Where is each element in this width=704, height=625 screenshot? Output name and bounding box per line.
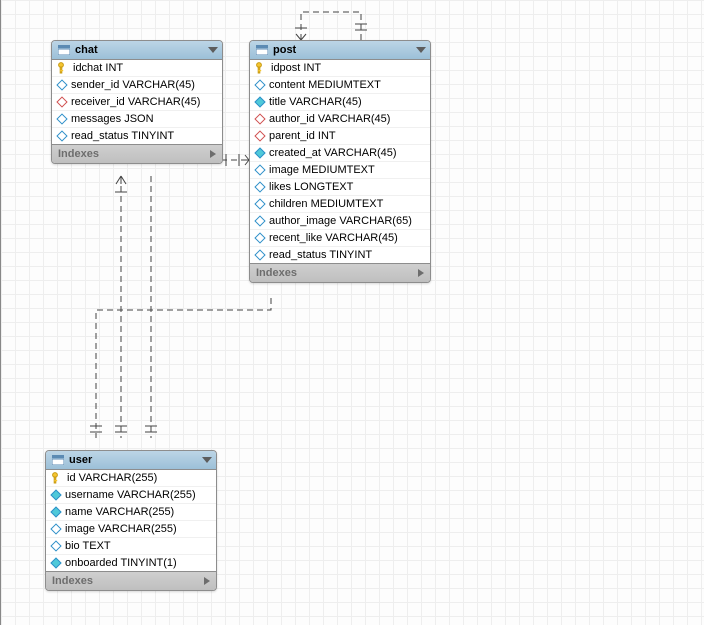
notnull-diamond-icon — [50, 489, 61, 500]
column-label: bio TEXT — [65, 540, 111, 552]
column-row[interactable]: image VARCHAR(255) — [46, 521, 216, 538]
entity-user[interactable]: user id VARCHAR(255) username VARCHAR(255… — [45, 450, 217, 591]
column-label: content MEDIUMTEXT — [269, 79, 381, 91]
column-row[interactable]: onboarded TINYINT(1) — [46, 555, 216, 571]
column-list: id VARCHAR(255) username VARCHAR(255) name… — [46, 470, 216, 571]
key-icon — [256, 62, 266, 74]
nullable-diamond-icon — [254, 249, 265, 260]
nullable-diamond-icon — [254, 198, 265, 209]
nullable-diamond-icon — [56, 79, 67, 90]
column-row[interactable]: children MEDIUMTEXT — [250, 196, 430, 213]
key-icon — [52, 472, 62, 484]
nullable-diamond-icon — [56, 130, 67, 141]
column-row[interactable]: bio TEXT — [46, 538, 216, 555]
entity-title: chat — [75, 44, 205, 56]
column-label: username VARCHAR(255) — [65, 489, 196, 501]
column-row[interactable]: author_id VARCHAR(45) — [250, 111, 430, 128]
column-row[interactable]: read_status TINYINT — [52, 128, 222, 144]
nullable-diamond-icon — [254, 215, 265, 226]
nullable-diamond-icon — [254, 232, 265, 243]
entity-chat[interactable]: chat idchat INT sender_id VARCHAR(45) rece… — [51, 40, 223, 164]
column-row[interactable]: parent_id INT — [250, 128, 430, 145]
column-label: image VARCHAR(255) — [65, 523, 177, 535]
column-row[interactable]: id VARCHAR(255) — [46, 470, 216, 487]
column-label: author_image VARCHAR(65) — [269, 215, 412, 227]
entity-header[interactable]: user — [46, 451, 216, 470]
erd-canvas[interactable]: chat idchat INT sender_id VARCHAR(45) rece… — [0, 0, 704, 625]
column-label: messages JSON — [71, 113, 154, 125]
chevron-right-icon — [418, 269, 424, 277]
column-label: read_status TINYINT — [71, 130, 174, 142]
column-label: receiver_id VARCHAR(45) — [71, 96, 200, 108]
column-label: idpost INT — [271, 62, 321, 74]
column-row[interactable]: created_at VARCHAR(45) — [250, 145, 430, 162]
nullable-diamond-icon — [254, 164, 265, 175]
entity-header[interactable]: post — [250, 41, 430, 60]
indexes-label: Indexes — [52, 575, 93, 587]
entity-header[interactable]: chat — [52, 41, 222, 60]
column-label: created_at VARCHAR(45) — [269, 147, 397, 159]
fk-diamond-icon — [254, 113, 265, 124]
column-label: id VARCHAR(255) — [67, 472, 157, 484]
nullable-diamond-icon — [50, 540, 61, 551]
notnull-diamond-icon — [50, 557, 61, 568]
table-icon — [256, 45, 268, 55]
column-row[interactable]: username VARCHAR(255) — [46, 487, 216, 504]
indexes-section[interactable]: Indexes — [250, 263, 430, 282]
chevron-down-icon[interactable] — [208, 47, 218, 53]
column-row[interactable]: idchat INT — [52, 60, 222, 77]
entity-title: post — [273, 44, 413, 56]
chevron-right-icon — [204, 577, 210, 585]
fk-diamond-icon — [254, 130, 265, 141]
indexes-section[interactable]: Indexes — [52, 144, 222, 163]
column-list: idpost INT content MEDIUMTEXT title VARCHA… — [250, 60, 430, 263]
key-icon — [58, 62, 68, 74]
entity-post[interactable]: post idpost INT content MEDIUMTEXT title V… — [249, 40, 431, 283]
column-label: onboarded TINYINT(1) — [65, 557, 177, 569]
column-label: sender_id VARCHAR(45) — [71, 79, 195, 91]
chevron-down-icon[interactable] — [416, 47, 426, 53]
column-row[interactable]: content MEDIUMTEXT — [250, 77, 430, 94]
fk-diamond-icon — [56, 96, 67, 107]
nullable-diamond-icon — [254, 79, 265, 90]
table-icon — [58, 45, 70, 55]
nullable-diamond-icon — [254, 181, 265, 192]
chevron-down-icon[interactable] — [202, 457, 212, 463]
column-label: likes LONGTEXT — [269, 181, 353, 193]
column-label: title VARCHAR(45) — [269, 96, 362, 108]
column-label: parent_id INT — [269, 130, 336, 142]
column-row[interactable]: read_status TINYINT — [250, 247, 430, 263]
notnull-diamond-icon — [254, 96, 265, 107]
column-label: image MEDIUMTEXT — [269, 164, 375, 176]
column-row[interactable]: author_image VARCHAR(65) — [250, 213, 430, 230]
column-row[interactable]: image MEDIUMTEXT — [250, 162, 430, 179]
column-list: idchat INT sender_id VARCHAR(45) receiver_… — [52, 60, 222, 144]
column-label: read_status TINYINT — [269, 249, 372, 261]
column-row[interactable]: name VARCHAR(255) — [46, 504, 216, 521]
column-row[interactable]: recent_like VARCHAR(45) — [250, 230, 430, 247]
notnull-diamond-icon — [50, 506, 61, 517]
indexes-section[interactable]: Indexes — [46, 571, 216, 590]
column-label: author_id VARCHAR(45) — [269, 113, 390, 125]
chevron-right-icon — [210, 150, 216, 158]
column-label: name VARCHAR(255) — [65, 506, 174, 518]
nullable-diamond-icon — [56, 113, 67, 124]
entity-title: user — [69, 454, 199, 466]
notnull-diamond-icon — [254, 147, 265, 158]
column-row[interactable]: receiver_id VARCHAR(45) — [52, 94, 222, 111]
table-icon — [52, 455, 64, 465]
column-label: idchat INT — [73, 62, 123, 74]
column-row[interactable]: idpost INT — [250, 60, 430, 77]
column-row[interactable]: messages JSON — [52, 111, 222, 128]
column-row[interactable]: sender_id VARCHAR(45) — [52, 77, 222, 94]
column-row[interactable]: likes LONGTEXT — [250, 179, 430, 196]
indexes-label: Indexes — [256, 267, 297, 279]
nullable-diamond-icon — [50, 523, 61, 534]
column-row[interactable]: title VARCHAR(45) — [250, 94, 430, 111]
indexes-label: Indexes — [58, 148, 99, 160]
column-label: recent_like VARCHAR(45) — [269, 232, 398, 244]
column-label: children MEDIUMTEXT — [269, 198, 383, 210]
